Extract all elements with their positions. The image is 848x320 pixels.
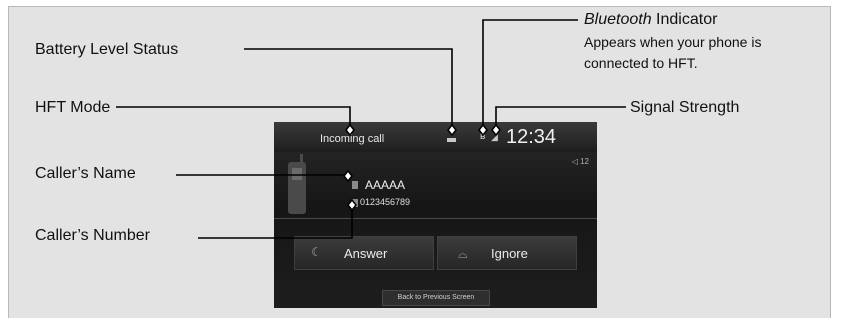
callers-number-leader-line xyxy=(198,207,353,239)
battery-leader-line xyxy=(244,48,453,127)
signal-strength-leader-line xyxy=(495,106,626,127)
hft-mode-leader-line xyxy=(116,106,351,127)
leader-lines xyxy=(116,19,626,239)
bluetooth-leader-line xyxy=(482,19,578,127)
diagram-page: Battery Level Status HFT Mode Caller’s N… xyxy=(0,0,848,320)
callers-name-marker xyxy=(343,169,353,183)
callers-number-marker xyxy=(347,198,357,212)
battery-marker xyxy=(447,123,457,137)
signal-strength-marker xyxy=(491,123,501,137)
hft-mode-marker xyxy=(345,123,355,137)
bluetooth-marker xyxy=(478,123,488,137)
